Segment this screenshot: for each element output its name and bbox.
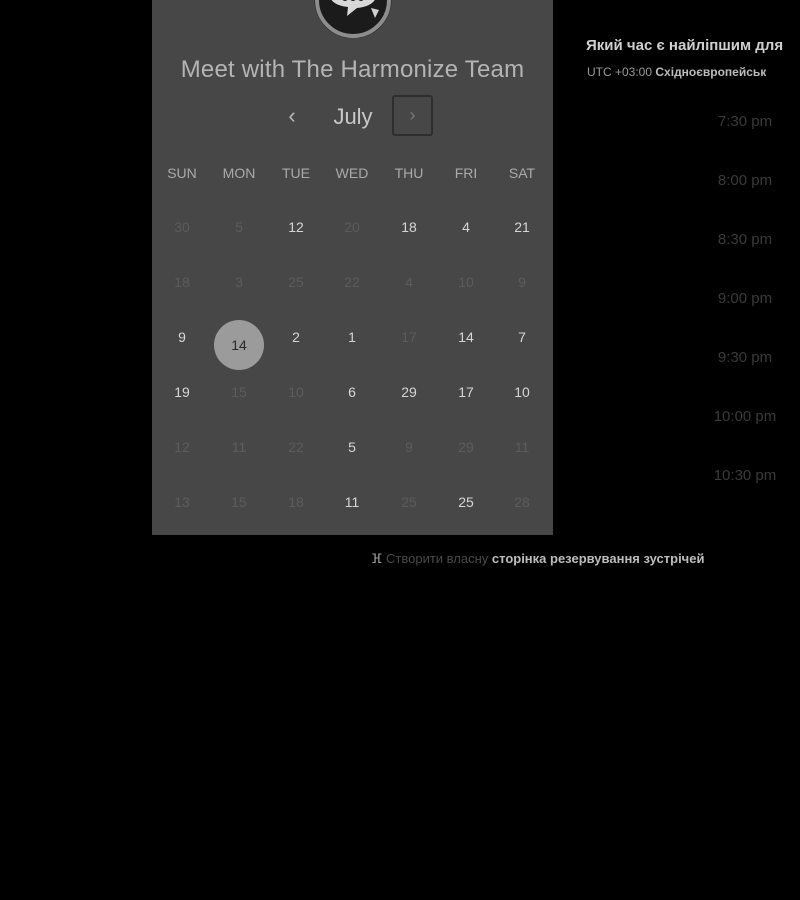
day-cell: 5 — [235, 219, 243, 235]
meeting-question: Який час є найліпшим для — [586, 37, 784, 54]
day-cell: 15 — [231, 384, 247, 400]
weekday-tue: TUE — [282, 165, 310, 181]
day-cell[interactable]: 21 — [498, 219, 546, 235]
time-slot[interactable]: 9:00 pm — [660, 290, 800, 307]
timezone-offset: UTC +03:00 — [587, 65, 653, 79]
day-cell[interactable]: 7 — [498, 329, 546, 345]
calendar-panel: Meet with The Harmonize Team ‹ July › SU… — [152, 0, 553, 535]
day-cell: 22 — [288, 439, 304, 455]
day-cell[interactable]: 17 — [442, 384, 490, 400]
day-cell[interactable]: 10 — [498, 384, 546, 400]
day-cell[interactable]: 29 — [385, 384, 433, 400]
create-booking-page-link[interactable]: ⴼ Створити власну сторінка резервування … — [371, 551, 704, 567]
day-cell: 11 — [231, 439, 247, 455]
footer-link-label: сторінка резервування зустрічей — [491, 551, 705, 566]
day-cell[interactable]: 12 — [272, 219, 320, 235]
time-slot[interactable]: 8:30 pm — [660, 231, 800, 248]
day-cell[interactable]: 6 — [328, 384, 376, 400]
day-cell[interactable]: 4 — [442, 219, 490, 235]
day-cell: 25 — [401, 494, 417, 510]
weekday-mon: MON — [222, 165, 256, 181]
day-cell: 17 — [401, 329, 417, 345]
time-slot[interactable]: 7:30 pm — [660, 113, 800, 130]
day-cell[interactable]: 1 — [328, 329, 376, 345]
day-cell[interactable]: 25 — [442, 494, 490, 510]
weekday-sat: SAT — [508, 165, 536, 181]
day-cell: 25 — [288, 274, 304, 290]
timezone-selector[interactable]: UTC +03:00 Східноєвропейськ — [587, 65, 766, 79]
day-cell: 10 — [288, 384, 304, 400]
time-slot[interactable]: 8:00 pm — [660, 172, 800, 189]
weekday-sun: SUN — [167, 165, 197, 181]
timezone-name: Східноєвропейськ — [655, 65, 767, 79]
day-cell: 10 — [458, 274, 474, 290]
avatar — [314, 0, 392, 38]
sprocket-icon: ⴼ — [371, 551, 383, 566]
weekday-wed: WED — [335, 165, 369, 181]
page-title: Meet with The Harmonize Team — [180, 56, 525, 83]
day-cell[interactable]: 11 — [328, 494, 376, 510]
day-cell: 22 — [344, 274, 360, 290]
day-cell[interactable]: 5 — [328, 439, 376, 455]
time-slot[interactable]: 10:30 pm — [660, 467, 800, 484]
day-cell[interactable]: 9 — [158, 329, 206, 345]
day-cell: 12 — [174, 439, 190, 455]
time-slot[interactable]: 10:00 pm — [660, 408, 800, 425]
day-cell[interactable]: 18 — [385, 219, 433, 235]
day-cell-selected[interactable]: 14 — [214, 320, 264, 370]
time-slot[interactable]: 9:30 pm — [660, 349, 800, 366]
weekday-fri: FRI — [454, 165, 478, 181]
day-cell: 28 — [514, 494, 530, 510]
footer-link-prefix: Створити власну — [386, 551, 489, 566]
day-cell: 15 — [231, 494, 247, 510]
day-cell: 20 — [344, 219, 360, 235]
day-cell: 13 — [174, 494, 190, 510]
day-cell[interactable]: 14 — [442, 329, 490, 345]
day-cell[interactable]: 2 — [272, 329, 320, 345]
day-cell: 4 — [405, 274, 413, 290]
day-cell: 3 — [235, 274, 243, 290]
prev-month-button[interactable]: ‹ — [280, 102, 304, 130]
day-cell: 29 — [458, 439, 474, 455]
day-cell: 9 — [405, 439, 413, 455]
weekday-thu: THU — [394, 165, 424, 181]
day-cell[interactable]: 19 — [158, 384, 206, 400]
day-cell: 18 — [174, 274, 190, 290]
month-label: July — [333, 104, 373, 129]
day-cell: 18 — [288, 494, 304, 510]
day-cell: 30 — [174, 219, 190, 235]
day-cell: 11 — [514, 439, 530, 455]
next-month-button[interactable]: › — [392, 95, 433, 136]
day-cell: 9 — [518, 274, 526, 290]
